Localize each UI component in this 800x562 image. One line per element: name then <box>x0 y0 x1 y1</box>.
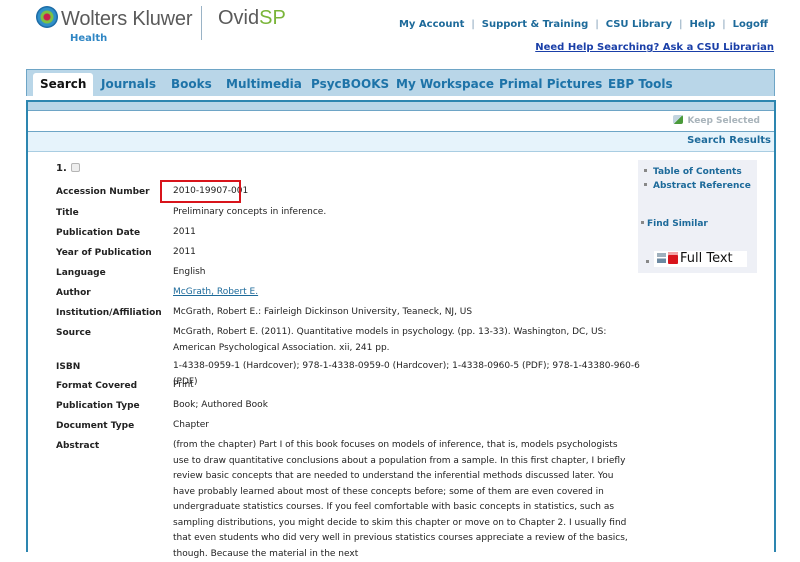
brand-name: Wolters Kluwer <box>61 8 193 30</box>
tab-primal-pictures[interactable]: Primal Pictures <box>492 73 609 96</box>
field-value-abstract: (from the chapter) Part I of this book f… <box>173 440 628 559</box>
csu-library-link[interactable]: CSU Library <box>606 19 672 30</box>
field-value-accession-number: 2010-19907-001 <box>173 186 249 196</box>
field-value-author: McGrath, Robert E. <box>173 285 628 301</box>
record-number-label: 1. <box>56 163 67 174</box>
separator: | <box>722 19 726 30</box>
keep-selected-icon <box>673 115 684 124</box>
separator: | <box>471 19 475 30</box>
ovidsp-logo: OvidSP <box>218 7 286 30</box>
full-text-button[interactable]: Full Text <box>654 251 747 267</box>
field-value-format-covered: Print <box>173 380 194 390</box>
abstract-reference-link[interactable]: Abstract Reference <box>644 181 751 191</box>
field-value-publication-date: 2011 <box>173 227 196 237</box>
action-toolbar: Keep Selected <box>28 111 774 132</box>
field-value-source: McGrath, Robert E. (2011). Quantitative … <box>173 327 607 353</box>
product-accent: SP <box>259 7 286 29</box>
field-label-language: Language <box>56 268 106 278</box>
tab-ebp-tools[interactable]: EBP Tools <box>601 73 680 96</box>
author-link[interactable]: McGrath, Robert E. <box>173 287 258 297</box>
field-label-title: Title <box>56 208 79 218</box>
find-similar-link[interactable]: Find Similar <box>641 219 708 229</box>
field-value-language: English <box>173 267 206 277</box>
bullet-icon <box>646 260 649 263</box>
tab-multimedia[interactable]: Multimedia <box>219 73 309 96</box>
tab-journals[interactable]: Journals <box>94 73 163 96</box>
field-label-format-covered: Format Covered <box>56 381 138 391</box>
field-label-institution: Institution/Affiliation <box>56 308 162 318</box>
panel-top-strip <box>28 102 774 111</box>
search-results-link[interactable]: Search Results <box>687 135 771 146</box>
field-label-abstract: Abstract <box>56 441 100 451</box>
field-label-year-of-publication: Year of Publication <box>56 248 152 258</box>
full-text-label: Full Text <box>680 251 733 266</box>
separator: | <box>595 19 599 30</box>
top-links: My Account | Support & Training | CSU Librar… <box>399 19 768 30</box>
tab-my-workspace[interactable]: My Workspace <box>389 73 501 96</box>
tab-psycbooks[interactable]: PsycBOOKS <box>304 73 396 96</box>
logo-divider <box>201 6 202 40</box>
bullet-icon <box>644 183 647 186</box>
bullet-icon <box>644 169 647 172</box>
field-label-publication-date: Publication Date <box>56 228 141 238</box>
results-nav-bar: Search Results <box>28 132 774 152</box>
field-label-accession-number: Accession Number <box>56 187 150 197</box>
record-select-checkbox[interactable] <box>70 163 80 172</box>
find-similar-label: Find Similar <box>647 219 708 229</box>
globe-logo-icon <box>36 6 58 28</box>
field-value-publication-type: Book; Authored Book <box>173 400 268 410</box>
abstract-reference-label: Abstract Reference <box>653 181 751 191</box>
main-tab-bar: Search Journals Books Multimedia PsycBOO… <box>26 69 775 96</box>
keep-selected-label: Keep Selected <box>687 116 760 126</box>
separator: | <box>679 19 683 30</box>
ask-librarian-link[interactable]: Need Help Searching? Ask a CSU Librarian <box>535 42 774 53</box>
bullet-icon <box>641 221 644 224</box>
field-value-title: Preliminary concepts in inference. <box>173 207 327 217</box>
field-label-author: Author <box>56 288 91 298</box>
field-value-institution: McGrath, Robert E.: Fairleigh Dickinson … <box>173 307 473 317</box>
logoff-link[interactable]: Logoff <box>733 19 768 30</box>
brand-subtitle: Health <box>70 33 108 44</box>
field-label-document-type: Document Type <box>56 421 135 431</box>
record-actions-sidebar: Table of Contents Abstract Reference Fin… <box>638 160 757 273</box>
support-training-link[interactable]: Support & Training <box>482 19 589 30</box>
accession-number-highlight <box>160 180 241 203</box>
field-value-document-type: Chapter <box>173 420 209 430</box>
field-label-isbn: ISBN <box>56 362 81 372</box>
product-name: Ovid <box>218 7 260 29</box>
tab-books[interactable]: Books <box>164 73 219 96</box>
my-account-link[interactable]: My Account <box>399 19 464 30</box>
field-value-year-of-publication: 2011 <box>173 247 196 257</box>
field-label-source: Source <box>56 328 91 338</box>
table-of-contents-link[interactable]: Table of Contents <box>644 167 742 177</box>
pdf-icon <box>668 252 678 264</box>
record-number: 1. <box>56 163 80 174</box>
keep-selected-button[interactable]: Keep Selected <box>673 115 760 126</box>
help-link[interactable]: Help <box>690 19 716 30</box>
html-full-text-icon <box>657 253 666 263</box>
field-label-publication-type: Publication Type <box>56 401 140 411</box>
table-of-contents-label: Table of Contents <box>653 167 742 177</box>
tab-search[interactable]: Search <box>33 73 94 96</box>
